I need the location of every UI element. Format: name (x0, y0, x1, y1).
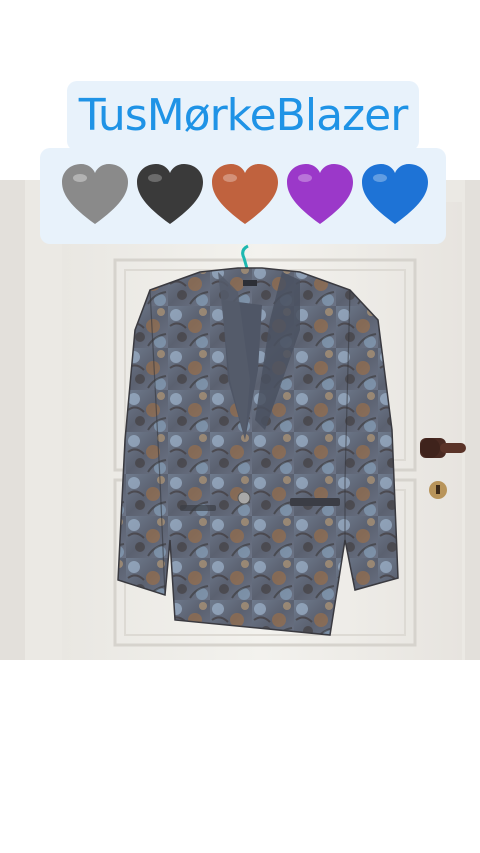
photo-scene (0, 180, 480, 660)
blue-heart-icon (362, 164, 428, 224)
hearts-caption (40, 148, 446, 244)
photo (0, 180, 480, 660)
grey-heart-icon (62, 164, 128, 224)
black-heart-icon (137, 164, 203, 224)
blazer (117, 267, 399, 636)
bottom-margin (0, 660, 480, 853)
orange-heart-icon (212, 164, 278, 224)
title-text: TusMørkeBlazer (78, 90, 409, 141)
keyhole (429, 481, 447, 499)
purple-heart-icon (287, 164, 353, 224)
title-caption: TusMørkeBlazer (67, 81, 419, 151)
